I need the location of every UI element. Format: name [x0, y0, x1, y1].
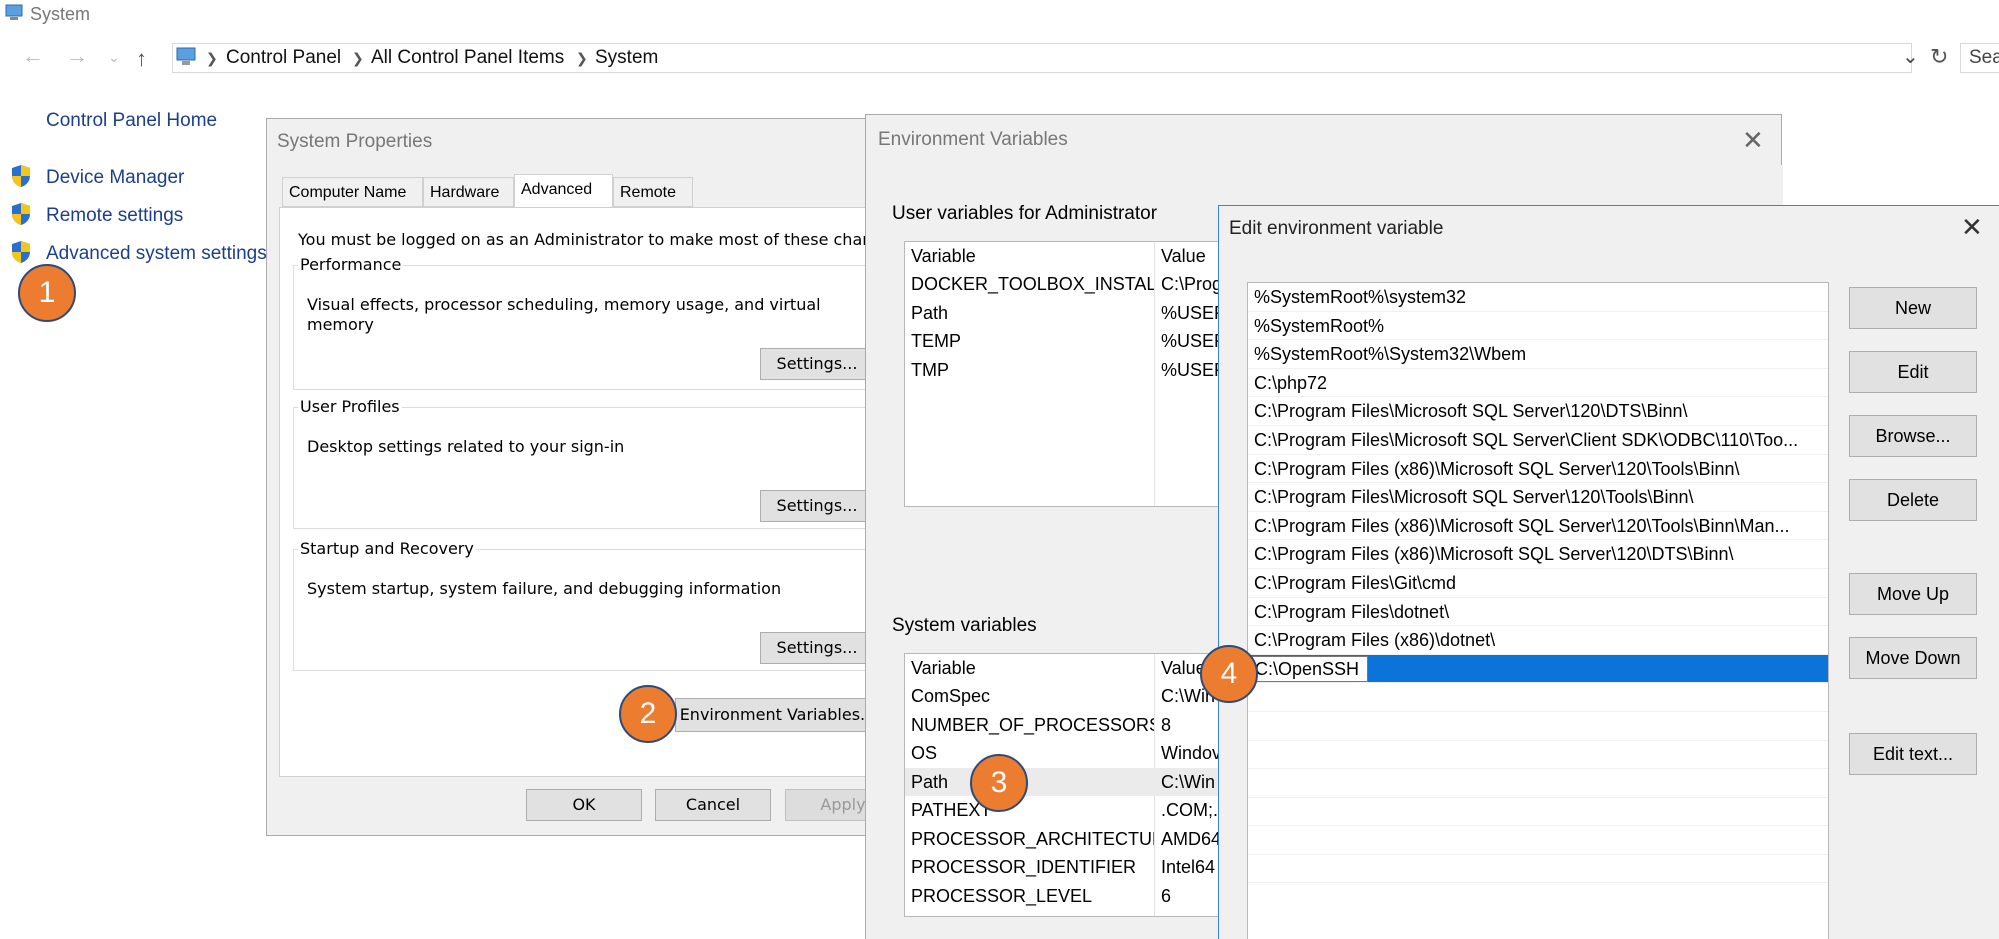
step-badge-2: 2 — [619, 685, 677, 743]
performance-label: Performance — [298, 255, 404, 274]
list-item[interactable]: C:\Program Files (x86)\Microsoft SQL Ser… — [1248, 512, 1828, 541]
list-item-empty[interactable] — [1248, 683, 1828, 712]
user-variables-label: User variables for Administrator — [892, 203, 1158, 224]
startup-recovery-description: System startup, system failure, and debu… — [307, 579, 782, 598]
forward-icon[interactable]: → — [66, 43, 88, 69]
search-input[interactable]: Sea — [1960, 43, 1999, 73]
device-manager-link[interactable]: Device Manager — [46, 167, 184, 189]
environment-variables-button[interactable]: Environment Variables... — [675, 698, 880, 732]
path-edit-field[interactable]: C:\OpenSSH — [1252, 655, 1369, 682]
table-row[interactable]: TEMP — [905, 327, 1154, 356]
edit-button[interactable]: Edit — [1849, 351, 1977, 393]
user-profiles-description: Desktop settings related to your sign-in — [307, 437, 625, 456]
shield-icon — [11, 240, 31, 264]
breadcrumb-separator-icon: ❯ — [352, 50, 364, 66]
control-panel-home-link[interactable]: Control Panel Home — [46, 110, 217, 132]
window-title: System — [30, 4, 91, 24]
table-row[interactable]: Path — [905, 299, 1154, 328]
list-item[interactable]: C:\Program Files (x86)\Microsoft SQL Ser… — [1248, 455, 1828, 484]
user-variables-list[interactable]: Variable Value DOCKER_TOOLBOX_INSTAL... … — [904, 241, 1264, 507]
refresh-icon[interactable]: ↻ — [1930, 44, 1948, 70]
list-item[interactable]: C:\Program Files\Microsoft SQL Server\Cl… — [1248, 426, 1828, 455]
tab-advanced[interactable]: Advanced — [514, 174, 613, 208]
list-item-selected[interactable]: C:\OpenSSH — [1248, 654, 1828, 684]
back-icon[interactable]: ← — [22, 43, 44, 69]
list-item-empty[interactable] — [1248, 826, 1828, 855]
system-app-icon — [4, 4, 26, 22]
table-row[interactable]: NUMBER_OF_PROCESSORS — [905, 711, 1154, 740]
list-item[interactable]: C:\php72 — [1248, 369, 1828, 398]
control-panel-icon — [174, 46, 198, 68]
breadcrumb-system[interactable]: System — [595, 47, 658, 69]
list-item-empty[interactable] — [1248, 769, 1828, 798]
breadcrumb-separator-icon: ❯ — [576, 50, 588, 66]
startup-recovery-settings-button[interactable]: Settings... — [760, 632, 874, 664]
move-down-button[interactable]: Move Down — [1849, 637, 1977, 679]
performance-settings-button[interactable]: Settings... — [760, 348, 874, 380]
up-icon[interactable]: ↑ — [136, 46, 147, 72]
list-item-empty[interactable] — [1248, 712, 1828, 741]
edit-text-button[interactable]: Edit text... — [1849, 733, 1977, 775]
system-properties-dialog: System Properties Computer Name Hardware… — [266, 118, 901, 836]
step-badge-3: 3 — [970, 754, 1028, 812]
advanced-system-settings-link[interactable]: Advanced system settings — [46, 243, 267, 265]
list-item[interactable]: C:\Program Files (x86)\dotnet\ — [1248, 626, 1828, 655]
breadcrumb-control-panel[interactable]: Control Panel — [226, 47, 341, 69]
remote-settings-link[interactable]: Remote settings — [46, 205, 183, 227]
list-item-empty[interactable] — [1248, 855, 1828, 884]
table-row[interactable]: PATHEXT — [905, 796, 1154, 825]
tab-computer-name[interactable]: Computer Name — [282, 177, 423, 207]
table-row-path[interactable]: Path — [905, 768, 1154, 797]
dialog-title: System Properties — [277, 131, 433, 152]
table-row[interactable]: PROCESSOR_LEVEL — [905, 882, 1154, 911]
system-variables-label: System variables — [892, 615, 1037, 636]
list-item[interactable]: %SystemRoot% — [1248, 312, 1828, 341]
advanced-tab-panel: You must be logged on as an Administrato… — [279, 207, 892, 777]
address-dropdown-icon[interactable]: ⌄ — [1902, 44, 1919, 69]
list-item[interactable]: %SystemRoot%\system32 — [1248, 283, 1828, 312]
list-item[interactable]: %SystemRoot%\System32\Wbem — [1248, 340, 1828, 369]
list-item-empty[interactable] — [1248, 798, 1828, 827]
recent-dropdown-icon[interactable]: ⌄ — [108, 49, 120, 66]
column-header-variable[interactable]: Variable — [905, 242, 1154, 271]
table-row[interactable]: DOCKER_TOOLBOX_INSTAL... — [905, 270, 1154, 299]
shield-icon — [11, 202, 31, 226]
breadcrumb-all-items[interactable]: All Control Panel Items — [371, 47, 564, 69]
dialog-title: Environment Variables — [878, 129, 1068, 150]
shield-icon — [11, 164, 31, 188]
list-item[interactable]: C:\Program Files\Microsoft SQL Server\12… — [1248, 483, 1828, 512]
new-button[interactable]: New — [1849, 287, 1977, 329]
list-item-empty[interactable] — [1248, 741, 1828, 770]
delete-button[interactable]: Delete — [1849, 479, 1977, 521]
table-row[interactable]: PROCESSOR_ARCHITECTURE — [905, 825, 1154, 854]
tab-hardware[interactable]: Hardware — [423, 177, 514, 207]
list-item[interactable]: C:\Program Files (x86)\Microsoft SQL Ser… — [1248, 540, 1828, 569]
performance-description: Visual effects, processor scheduling, me… — [307, 295, 821, 334]
step-badge-1: 1 — [18, 264, 76, 322]
close-icon[interactable]: ✕ — [1961, 212, 1983, 243]
breadcrumb-separator-icon: ❯ — [206, 50, 218, 66]
column-header-variable[interactable]: Variable — [905, 654, 1154, 683]
table-row[interactable]: OS — [905, 739, 1154, 768]
dialog-title: Edit environment variable — [1229, 218, 1444, 239]
table-row[interactable]: TMP — [905, 356, 1154, 385]
move-up-button[interactable]: Move Up — [1849, 573, 1977, 615]
path-entries-list[interactable]: %SystemRoot%\system32 %SystemRoot% %Syst… — [1247, 282, 1829, 939]
step-badge-4: 4 — [1200, 645, 1258, 703]
user-profiles-label: User Profiles — [298, 397, 402, 416]
tab-remote[interactable]: Remote — [613, 177, 693, 207]
cancel-button[interactable]: Cancel — [655, 789, 771, 821]
ok-button[interactable]: OK — [526, 789, 642, 821]
browse-button[interactable]: Browse... — [1849, 415, 1977, 457]
table-row[interactable]: ComSpec — [905, 682, 1154, 711]
list-item[interactable]: C:\Program Files\Microsoft SQL Server\12… — [1248, 397, 1828, 426]
list-item[interactable]: C:\Program Files\dotnet\ — [1248, 598, 1828, 627]
table-row[interactable]: PROCESSOR_IDENTIFIER — [905, 853, 1154, 882]
user-profiles-settings-button[interactable]: Settings... — [760, 490, 874, 522]
startup-recovery-label: Startup and Recovery — [298, 539, 476, 558]
edit-environment-variable-dialog: Edit environment variable ✕ %SystemRoot%… — [1218, 205, 1999, 939]
list-item[interactable]: C:\Program Files\Git\cmd — [1248, 569, 1828, 598]
close-icon[interactable]: ✕ — [1742, 125, 1764, 156]
admin-note: You must be logged on as an Administrato… — [298, 230, 893, 249]
